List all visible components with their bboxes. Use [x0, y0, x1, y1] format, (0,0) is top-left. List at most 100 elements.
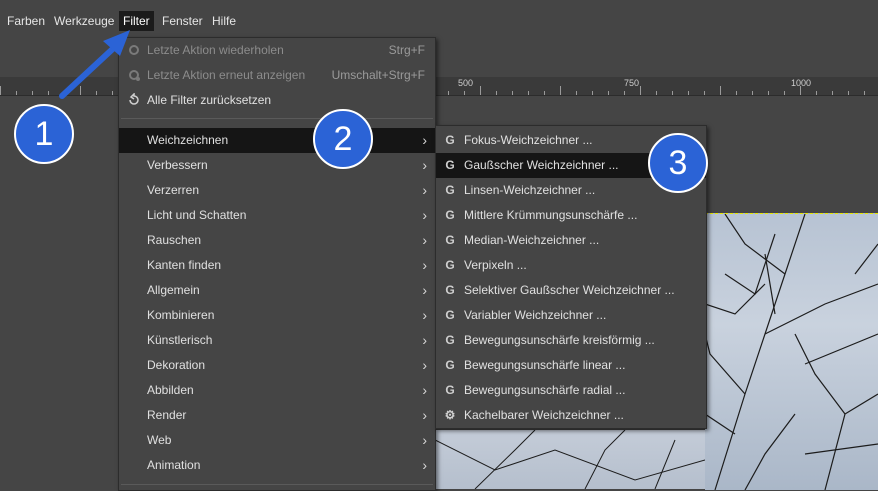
gegl-icon: G [445, 133, 455, 147]
menu-item-label: Abbilden [147, 383, 194, 397]
image-canvas-lower[interactable] [435, 430, 705, 489]
menu-item-label: Letzte Aktion wiederholen [147, 43, 284, 57]
menu-item-label: Verbessern [147, 158, 208, 172]
ruler-label-500: 500 [458, 78, 474, 88]
ruler-tick [64, 91, 65, 95]
menu-item-category[interactable]: Allgemein › [119, 278, 435, 303]
ruler-tick [800, 86, 801, 95]
chevron-right-icon: › [422, 457, 427, 473]
ruler-tick [752, 91, 753, 95]
menu-item-category[interactable]: Rauschen › [119, 228, 435, 253]
ruler-tick [80, 86, 81, 95]
menu-separator [121, 118, 433, 119]
submenu-item-blur[interactable]: G Bewegungsunschärfe radial ... [436, 378, 706, 403]
chevron-right-icon: › [422, 357, 427, 373]
tree-branches-image [705, 214, 878, 490]
chevron-right-icon: › [422, 407, 427, 423]
gegl-icon: G [445, 333, 455, 347]
annotation-badge-1: 1 [14, 104, 74, 164]
chevron-right-icon: › [422, 282, 427, 298]
gegl-icon: G [445, 383, 455, 397]
menu-item-label: Letzte Aktion erneut anzeigen [147, 68, 306, 82]
menu-item-label: Allgemein [147, 283, 200, 297]
gear-icon: ⚙ [444, 408, 456, 422]
menu-item-category[interactable]: Kanten finden › [119, 253, 435, 278]
menu-item-category[interactable]: Dekoration › [119, 353, 435, 378]
reset-icon [129, 93, 139, 105]
submenu-item-blur[interactable]: G Bewegungsunschärfe linear ... [436, 353, 706, 378]
ruler-tick [864, 91, 865, 95]
chevron-right-icon: › [422, 307, 427, 323]
menu-separator [121, 484, 433, 485]
ruler-tick [704, 91, 705, 95]
menubar: Farben Werkzeuge Filter Fenster Hilfe [0, 0, 878, 37]
gegl-icon: G [445, 183, 455, 197]
menu-item-category[interactable]: Kombinieren › [119, 303, 435, 328]
menu-werkzeuge[interactable]: Werkzeuge [50, 11, 118, 31]
menu-fenster[interactable]: Fenster [158, 11, 207, 31]
ruler-label-1000: 1000 [791, 78, 812, 88]
menu-hilfe[interactable]: Hilfe [208, 11, 240, 31]
menu-item-repeat-last[interactable]: Letzte Aktion wiederholen Strg+F [119, 38, 435, 63]
menu-item-label: Kombinieren [147, 308, 215, 322]
ruler-tick [768, 91, 769, 95]
submenu-item-blur[interactable]: G Verpixeln ... [436, 253, 706, 278]
menu-item-reshow-last[interactable]: Letzte Aktion erneut anzeigen Umschalt+S… [119, 63, 435, 88]
menu-item-category[interactable]: Künstlerisch › [119, 328, 435, 353]
menu-filter[interactable]: Filter [119, 11, 154, 31]
menu-item-label: Kanten finden [147, 258, 222, 272]
chevron-right-icon: › [422, 257, 427, 273]
menu-item-category[interactable]: Web › [119, 428, 435, 453]
submenu-item-blur[interactable]: ⚙ Kachelbarer Weichzeichner ... [436, 403, 706, 428]
submenu-item-blur[interactable]: G Mittlere Krümmungsunschärfe ... [436, 203, 706, 228]
ruler-tick [464, 91, 465, 95]
submenu-item-label: Gaußscher Weichzeichner ... [464, 158, 619, 172]
ruler-tick [848, 91, 849, 95]
menu-item-label: Dekoration [147, 358, 206, 372]
ruler-tick [608, 91, 609, 95]
menu-item-shortcut: Umschalt+Strg+F [331, 68, 425, 82]
menu-item-category[interactable]: Abbilden › [119, 378, 435, 403]
menu-item-category[interactable]: Animation › [119, 453, 435, 478]
menu-item-reset-filters[interactable]: Alle Filter zurücksetzen [119, 88, 435, 113]
submenu-item-label: Median-Weichzeichner ... [464, 233, 600, 247]
ruler-tick [832, 91, 833, 95]
ruler-tick [544, 91, 545, 95]
submenu-item-label: Variabler Weichzeichner ... [464, 308, 607, 322]
ruler-tick [480, 86, 481, 95]
gegl-icon: G [445, 358, 455, 372]
menu-item-label: Web [147, 433, 172, 447]
menu-farben[interactable]: Farben [3, 11, 49, 31]
ruler-tick [736, 91, 737, 95]
ruler-tick [816, 91, 817, 95]
image-canvas[interactable] [705, 213, 878, 490]
menu-item-label: Render [147, 408, 187, 422]
submenu-item-blur[interactable]: G Median-Weichzeichner ... [436, 228, 706, 253]
annotation-badge-2: 2 [313, 109, 373, 169]
ruler-tick [16, 91, 17, 95]
ruler-tick [512, 91, 513, 95]
menu-item-category[interactable]: Render › [119, 403, 435, 428]
submenu-item-blur[interactable]: G Bewegungsunschärfe kreisförmig ... [436, 328, 706, 353]
submenu-item-blur[interactable]: G Variabler Weichzeichner ... [436, 303, 706, 328]
menu-item-label: Rauschen [147, 233, 202, 247]
chevron-right-icon: › [422, 132, 427, 148]
menu-item-shortcut: Strg+F [388, 43, 425, 57]
chevron-right-icon: › [422, 207, 427, 223]
submenu-item-label: Verpixeln ... [464, 258, 527, 272]
menu-item-category[interactable]: Weichzeichnen › [119, 128, 435, 153]
chevron-right-icon: › [422, 232, 427, 248]
menu-item-category[interactable]: Verbessern › [119, 153, 435, 178]
gegl-icon: G [445, 208, 455, 222]
ruler-tick [592, 91, 593, 95]
gegl-icon: G [445, 158, 455, 172]
submenu-item-label: Bewegungsunschärfe linear ... [464, 358, 626, 372]
menu-item-category[interactable]: Licht und Schatten › [119, 203, 435, 228]
chevron-right-icon: › [422, 182, 427, 198]
ruler-tick [640, 86, 641, 95]
menu-item-category[interactable]: Verzerren › [119, 178, 435, 203]
chevron-right-icon: › [422, 332, 427, 348]
menu-item-label: Animation [147, 458, 201, 472]
ruler-tick [672, 91, 673, 95]
submenu-item-blur[interactable]: G Selektiver Gaußscher Weichzeichner ... [436, 278, 706, 303]
